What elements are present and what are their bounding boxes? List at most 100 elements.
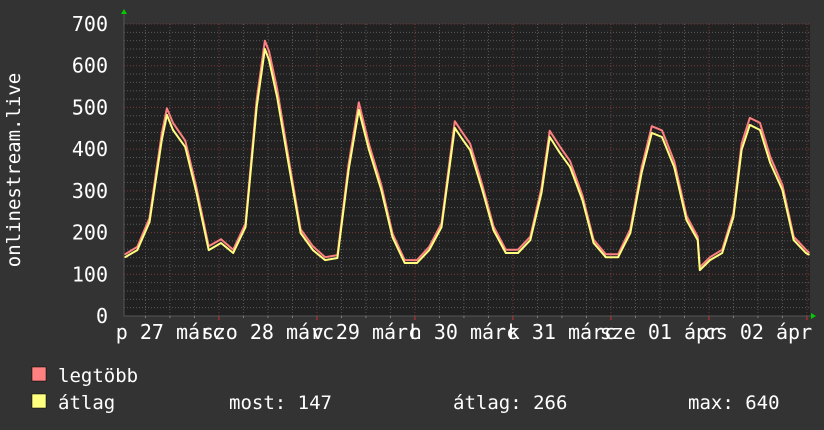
data-point-avg [440,226,443,228]
data-point-avg [581,199,584,201]
data-point-max [769,155,771,158]
data-point-avg [504,252,507,254]
plot-area [124,24,810,316]
legend-current-value: most: 147 [229,392,332,414]
data-point-max [220,238,222,241]
data-point-avg [220,242,222,244]
y-tick-label: 0 [96,304,108,328]
data-point-avg [661,136,663,138]
data-point-max [709,256,711,258]
data-point-max [650,125,653,127]
data-point-max [748,117,751,119]
rrd-graph: 0 100 200 300 400 500 600 700 p 27 márc szo 28 m… [0,0,824,430]
data-point-max [462,132,464,135]
data-point-avg [276,96,278,98]
data-point-max [268,50,270,52]
x-tick-label: sze 01 ápr [600,320,720,344]
data-point-avg [336,257,339,259]
y-tick-label: 500 [72,95,108,119]
data-point-max [166,107,168,110]
data-point-avg [453,127,456,129]
data-point-avg [255,106,258,108]
data-point-avg [529,239,532,241]
data-point-avg [732,216,735,218]
data-point-avg [781,189,784,191]
data-point-avg [492,229,495,231]
legend-average-value: átlag: 266 [453,392,567,414]
data-point-avg [207,249,210,251]
data-point-avg [264,48,266,50]
data-point-max [559,145,561,148]
data-point-avg [195,192,198,194]
data-point-avg [548,136,551,138]
data-point-avg [685,219,688,221]
data-point-avg [268,59,270,61]
data-point-max [569,160,571,163]
data-point-avg [617,256,619,258]
data-point-avg [698,269,701,271]
y-tick-label: 100 [72,262,108,286]
data-point-max [661,129,663,132]
data-point-avg [629,232,632,234]
legend-max-value: max: 640 [688,392,780,414]
data-point-max [324,256,326,258]
data-point-avg [769,162,771,164]
data-point-avg [559,152,561,154]
data-point-avg [232,252,235,254]
data-point-avg [184,146,187,148]
data-point-avg [136,249,139,251]
data-point-avg [721,252,724,254]
data-point-avg [166,114,168,116]
data-point-avg [462,139,464,141]
data-point-max [264,39,266,42]
legend-swatch-avg [31,393,47,409]
data-point-avg [640,172,643,174]
data-point-avg [740,149,743,151]
data-point-max [517,248,519,251]
y-tick-label: 700 [72,12,108,36]
data-point-avg [650,132,653,134]
data-point-max [276,87,278,90]
data-point-max [759,122,761,124]
legend-label-avg: átlag [58,392,115,414]
data-point-max [453,120,456,122]
data-point-avg [172,129,174,131]
data-point-max [312,245,314,248]
x-tick-label: v 29 márc [312,320,420,344]
data-point-avg [416,262,418,264]
data-point-avg [312,249,314,251]
data-point-max [808,251,810,254]
data-point-avg [808,253,810,256]
data-point-avg [792,239,795,241]
legend-label-max: legtöbb [58,365,138,387]
chart-svg: 0 100 200 300 400 500 600 700 p 27 márcszo 28 m… [0,0,824,430]
data-point-avg [347,169,350,171]
data-point-avg [748,124,751,126]
data-point-max [469,142,471,145]
data-point-avg [299,232,302,234]
data-point-avg [481,189,484,191]
data-point-avg [517,252,519,254]
data-point-avg [759,129,761,131]
data-point-avg [391,236,394,238]
x-tick-label: cs 02 ápr [704,320,812,344]
data-point-max [673,160,676,163]
data-point-max [605,253,607,256]
legend-swatch-max [31,366,47,382]
data-point-avg [469,149,471,151]
y-tick-label: 600 [72,54,108,78]
data-point-max [416,259,418,261]
data-point-avg [287,162,290,164]
data-point-avg [368,149,370,151]
data-point-avg [324,259,326,261]
data-point-max [548,129,551,132]
data-point-max [184,140,187,142]
x-tick-label: h 30 márc [410,320,518,344]
data-point-avg [709,259,711,261]
data-point-max [172,122,174,124]
data-point-avg [428,249,431,251]
x-tick-labels: p 27 márcszo 28 márcv 29 márch 30 márck … [116,320,812,344]
y-tick-label: 200 [72,221,108,245]
data-point-avg [673,166,676,168]
data-point-avg [380,189,383,191]
